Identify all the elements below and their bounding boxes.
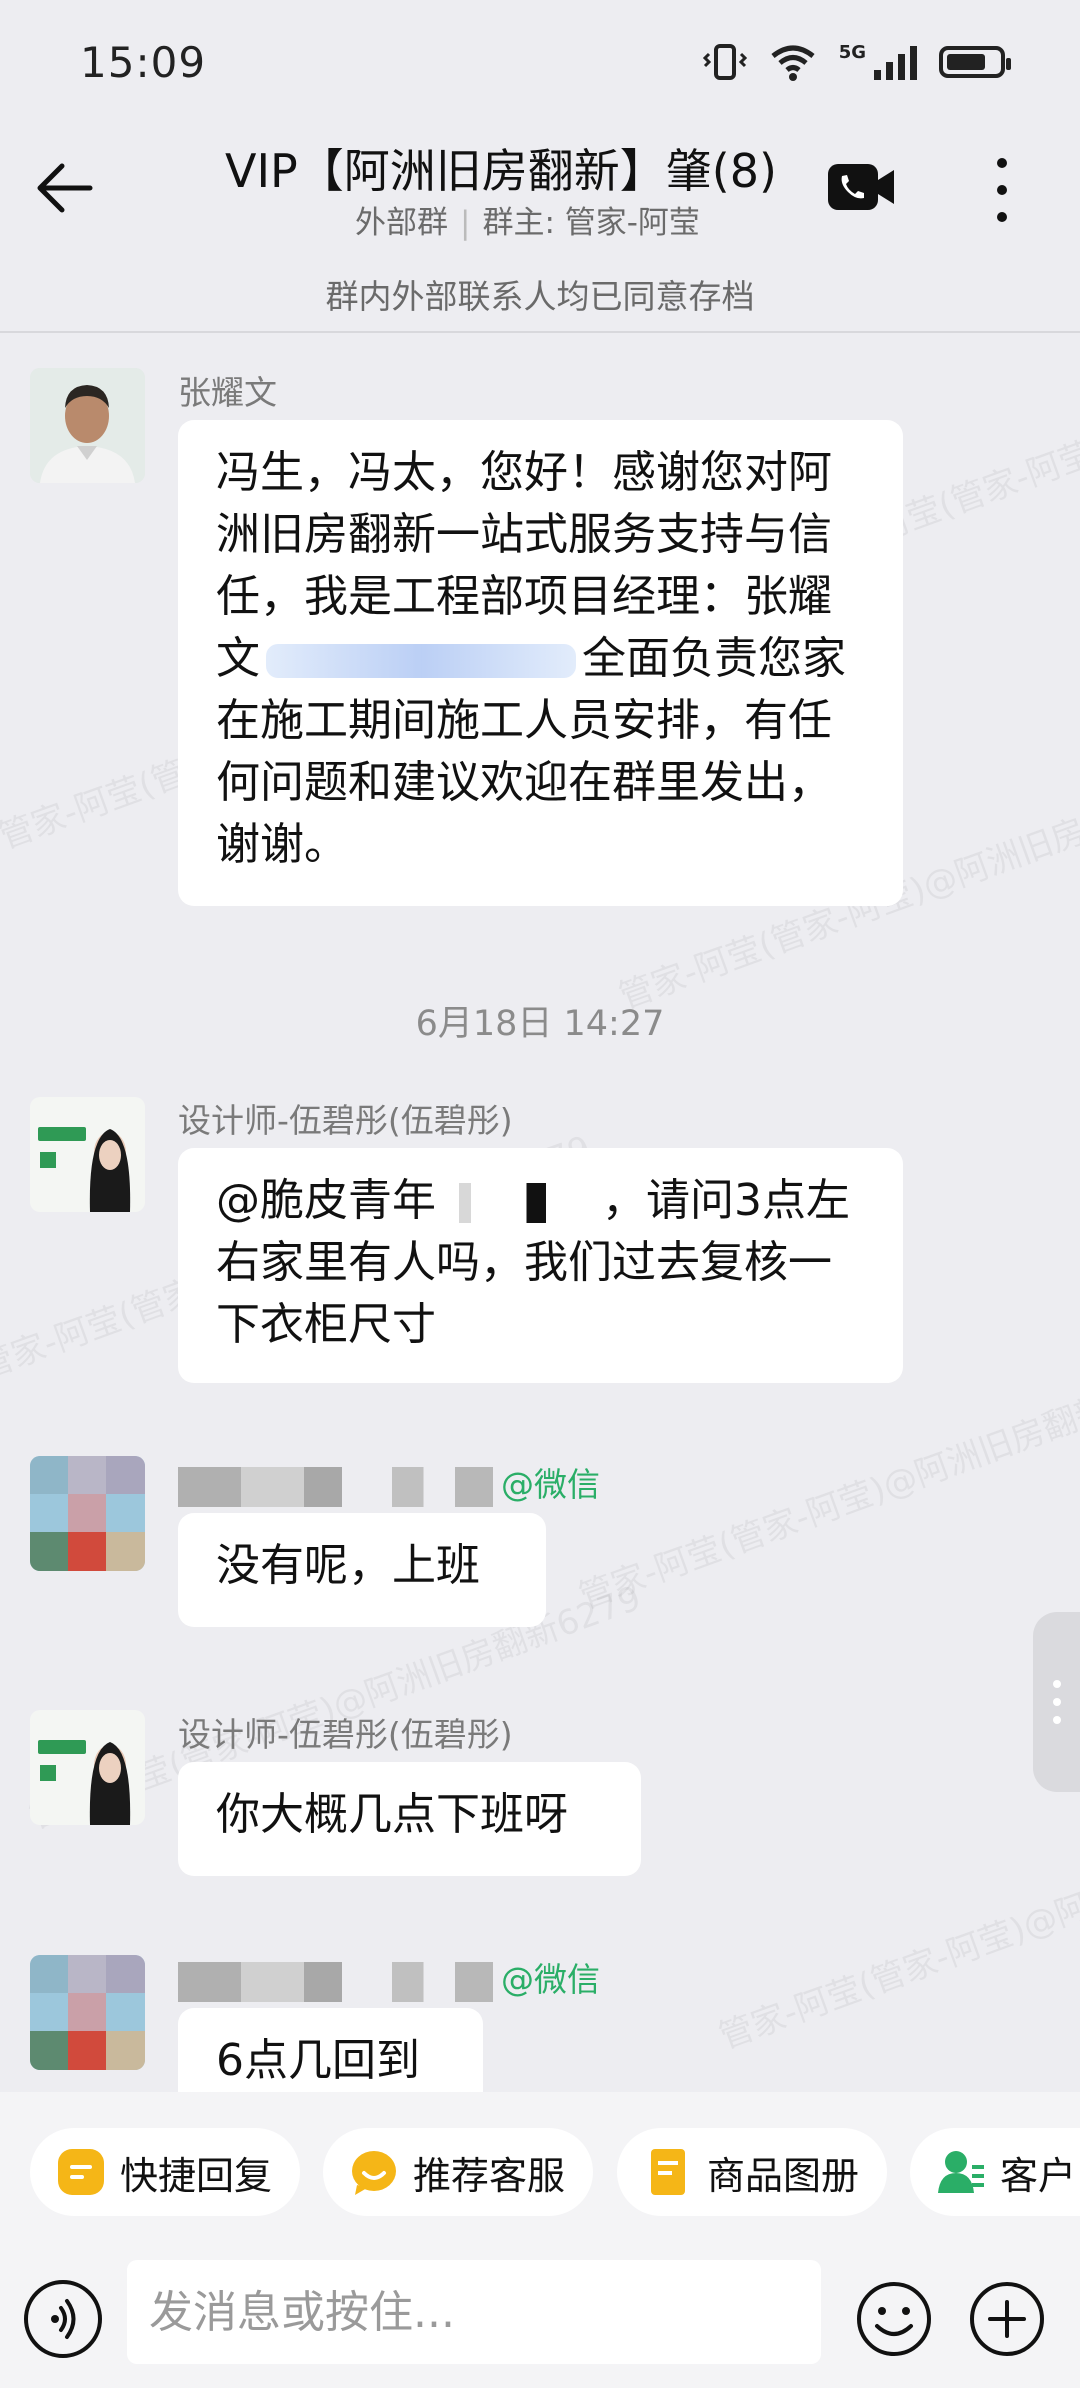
chat-title[interactable]: VIP【阿洲旧房翻新】肇(8) <box>225 135 777 201</box>
message-bubble[interactable]: @脆皮青年 ，请问3点左右家里有人吗，我们过去复核一下衣柜尺寸 <box>178 1148 903 1383</box>
back-arrow-icon[interactable] <box>30 153 100 223</box>
message-text: 没有呢，上班 <box>216 1540 480 1591</box>
status-bar: 15:09 5G <box>0 0 1080 125</box>
avatar[interactable] <box>30 1955 145 2070</box>
input-bar <box>0 2252 1080 2388</box>
recommend-service-icon <box>352 2151 396 2195</box>
avatar[interactable] <box>30 1456 145 1571</box>
group-type: 外部群 <box>355 205 448 241</box>
wechat-tag: @微信 <box>501 1960 600 1999</box>
watermark: 管家-阿莹(管家-阿莹)@阿洲旧房翻新6279 <box>573 1358 1080 1618</box>
redacted-sender <box>178 1466 493 1507</box>
emoji-icon[interactable] <box>855 2280 933 2358</box>
quick-reply-button[interactable]: 快捷回复 <box>30 2128 300 2216</box>
avatar[interactable] <box>30 1097 145 1212</box>
chat-header: VIP【阿洲旧房翻新】肇(8) 外部群 | 群主: 管家-阿莹 <box>0 125 1080 255</box>
quick-reply-icon <box>58 2149 104 2195</box>
product-catalog-button[interactable]: 商品图册 <box>617 2128 887 2216</box>
message-input[interactable] <box>127 2260 821 2364</box>
watermark: 管家-阿莹(管家-阿莹)@阿洲旧房翻新6279 <box>713 1798 1080 2058</box>
sender-name: @微信 <box>178 1458 600 1507</box>
chip-label: 快捷回复 <box>120 2153 273 2198</box>
message-bubble[interactable]: 冯生，冯太，您好！感谢您对阿洲旧房翻新一站式服务支持与信任，我是工程部项目经理：… <box>178 420 903 906</box>
product-catalog-icon <box>651 2149 685 2195</box>
more-vertical-icon[interactable] <box>985 150 1019 230</box>
signal-icon <box>874 44 917 80</box>
wechat-tag: @微信 <box>501 1465 600 1504</box>
message-text: 6点几回到 <box>216 2035 420 2086</box>
chip-label: 推荐客服 <box>413 2153 566 2198</box>
plus-icon[interactable] <box>968 2280 1046 2358</box>
sender-name: 设计师-伍碧彤(伍碧彤) <box>178 1715 513 1754</box>
chip-label: 商品图册 <box>707 2153 860 2198</box>
header-divider <box>0 331 1080 333</box>
voice-icon <box>51 2299 76 2339</box>
network-type: 5G <box>838 41 866 63</box>
message-bubble[interactable]: 没有呢，上班 <box>178 1513 546 1627</box>
sender-name: 张耀文 <box>178 373 277 412</box>
battery-icon <box>939 46 1011 78</box>
customer-button[interactable]: 客户 <box>910 2128 1080 2216</box>
redacted-phone <box>266 644 576 678</box>
group-owner: 群主: 管家-阿莹 <box>482 205 700 241</box>
redacted-name <box>444 1183 594 1223</box>
avatar[interactable] <box>30 1710 145 1825</box>
archive-notice: 群内外部联系人均已同意存档 <box>325 277 755 316</box>
clock: 15:09 <box>80 38 207 87</box>
status-icons: 5G <box>702 40 1011 84</box>
sender-name: @微信 <box>178 1953 600 2002</box>
sender-name: 设计师-伍碧彤(伍碧彤) <box>178 1101 513 1140</box>
customer-icon <box>938 2151 984 2193</box>
message-bubble[interactable]: 你大概几点下班呀 <box>178 1762 641 1876</box>
voice-input-button[interactable] <box>24 2280 102 2358</box>
wifi-icon <box>771 45 815 81</box>
avatar[interactable] <box>30 368 145 483</box>
date-divider: 6月18日 14:27 <box>415 1004 665 1044</box>
video-call-icon[interactable] <box>826 160 896 214</box>
message-text: @脆皮青年 <box>216 1175 436 1226</box>
redacted-sender <box>178 1961 493 2002</box>
floating-side-handle[interactable] <box>1033 1612 1080 1792</box>
vibrate-icon <box>702 44 747 80</box>
message-text: 你大概几点下班呀 <box>216 1789 568 1840</box>
quick-action-bar: 快捷回复 推荐客服 商品图册 客户 <box>0 2092 1080 2252</box>
recommend-service-button[interactable]: 推荐客服 <box>323 2128 593 2216</box>
chip-label: 客户 <box>1000 2153 1077 2198</box>
chat-subtitle: 外部群 | 群主: 管家-阿莹 <box>355 205 700 241</box>
